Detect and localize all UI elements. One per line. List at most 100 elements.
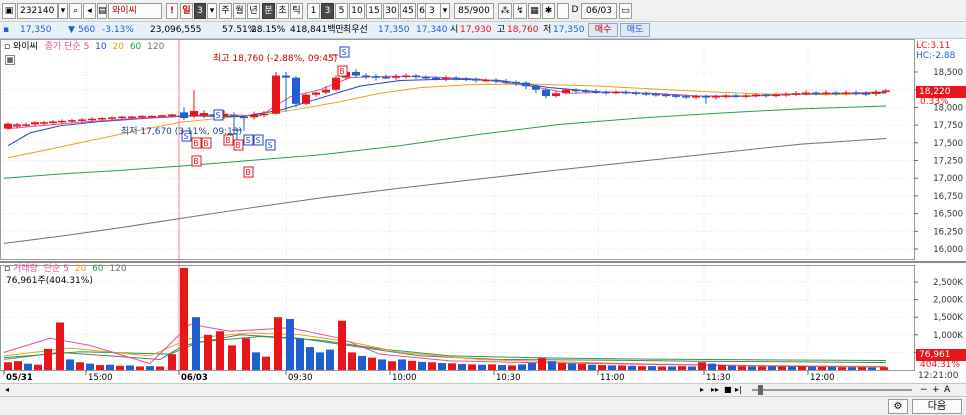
volume-bar <box>56 322 64 370</box>
period-minute-button[interactable]: 분 <box>262 3 275 19</box>
alert-button[interactable]: ! <box>166 3 178 19</box>
interval-30-button[interactable]: 30 <box>383 3 399 19</box>
next-button[interactable]: 다음 <box>912 399 962 414</box>
period-second-button[interactable]: 초 <box>276 3 289 19</box>
best-bid: 17,340 <box>416 25 448 35</box>
period-year-button[interactable]: 년 <box>247 3 260 19</box>
volume-bar <box>498 365 506 370</box>
interval-5-button[interactable]: 5 <box>335 3 348 19</box>
period-dropdown-icon[interactable]: ▾ <box>207 3 217 19</box>
auto-scale-icon[interactable]: A <box>944 384 956 396</box>
candle-body <box>158 115 166 117</box>
period-tick-button[interactable]: 틱 <box>290 3 303 19</box>
candle-body <box>632 92 640 95</box>
volume-bar <box>96 365 104 370</box>
date-field[interactable]: 06/03 <box>581 3 617 19</box>
candle-body <box>382 76 390 79</box>
interval-10-button[interactable]: 10 <box>349 3 365 19</box>
play-icon[interactable]: ▸ <box>700 385 710 395</box>
price-tick-label: 17,250 <box>933 157 963 167</box>
save-icon[interactable]: ▦ <box>528 3 541 19</box>
volume-bar <box>808 366 816 370</box>
interval-dropdown-icon[interactable]: ▾ <box>440 3 450 19</box>
candle-body <box>392 76 400 78</box>
ma5-legend[interactable]: 5 <box>84 42 90 52</box>
candle-body <box>842 92 850 95</box>
period-week-button[interactable]: 주 <box>219 3 232 19</box>
candle-body <box>282 75 290 78</box>
volume-bar <box>658 366 666 370</box>
ma60-legend[interactable]: 60 <box>130 42 141 52</box>
candle-body <box>190 110 198 117</box>
search-icon[interactable]: ⌕ <box>69 3 82 19</box>
zoom-out-icon[interactable]: − <box>920 384 930 396</box>
ma20-legend[interactable]: 20 <box>113 42 124 52</box>
ma5-line <box>7 75 887 130</box>
end-icon[interactable]: ▸| <box>735 385 745 395</box>
candle-body <box>312 92 320 95</box>
volume-bar <box>568 363 576 370</box>
candle-body <box>128 116 136 119</box>
interval-15-button[interactable]: 15 <box>366 3 382 19</box>
tools-icon[interactable]: ↯ <box>513 3 527 19</box>
price-legend: ▫ 와이씨 종가 단순 5 10 20 60 120 <box>4 41 164 53</box>
period-day-button[interactable]: 일 <box>180 3 193 19</box>
candle-body <box>98 118 106 120</box>
quote-info-bar: ▪ 17,350 ▼ 560 -3.13% 23,096,555 57.51% … <box>0 22 966 39</box>
interval-45-button[interactable]: 45 <box>400 3 416 19</box>
candle-body <box>652 93 660 96</box>
candle-body <box>442 77 450 80</box>
fast-forward-icon[interactable]: ▸▸ <box>711 385 723 395</box>
stock-name-field[interactable]: 와이씨 <box>108 3 162 19</box>
zoom-in-icon[interactable]: + <box>932 384 942 396</box>
volume-bar <box>478 364 486 370</box>
scroll-left-icon[interactable]: ◂ <box>2 385 12 395</box>
ma120-legend[interactable]: 120 <box>147 42 164 52</box>
volume-bar <box>880 367 888 370</box>
ma-legend-label[interactable]: 종가 단순 <box>45 42 81 52</box>
sell-button[interactable]: 매도 <box>620 23 650 37</box>
zoom-slider-handle[interactable] <box>758 385 763 395</box>
stop-icon[interactable]: ■ <box>724 385 734 395</box>
volume-bar <box>608 365 616 370</box>
sound-icon[interactable]: ◂ <box>83 3 96 19</box>
current-price: 17,350 <box>20 25 52 35</box>
vol-ma120-legend[interactable]: 120 <box>109 264 126 274</box>
window-icon[interactable]: ▣ <box>2 3 16 19</box>
interval-1-button[interactable]: 1 <box>307 3 320 19</box>
bar-count-field[interactable]: 85/900 <box>454 3 494 19</box>
volume-bar <box>458 364 466 370</box>
ma10-legend[interactable]: 10 <box>95 42 106 52</box>
buy-button[interactable]: 매수 <box>588 23 618 37</box>
volume-bar <box>778 366 786 370</box>
low-price: 17,350 <box>553 25 585 35</box>
time-tick-label: 09:30 <box>288 373 313 383</box>
stock-chart[interactable]: SSSSSSSBBBBBBB 18,50018,25018,00017,7501… <box>0 39 966 383</box>
settings-gear-icon[interactable]: ⚙ <box>888 399 908 414</box>
stock-code-input[interactable]: 232140 <box>17 3 58 19</box>
indicator-icon[interactable]: ⁂ <box>498 3 512 19</box>
period-month-button[interactable]: 월 <box>233 3 246 19</box>
date-checkbox[interactable] <box>557 3 569 19</box>
code-dropdown-icon[interactable]: ▾ <box>58 3 68 19</box>
volume-bar <box>34 364 42 370</box>
price-legend-name[interactable]: 와이씨 <box>13 42 38 52</box>
volume-bar <box>338 320 346 370</box>
vol-ma60-legend[interactable]: 60 <box>92 264 103 274</box>
info-arrow-icon: ▪ <box>3 25 10 35</box>
ma120-line <box>3 138 887 244</box>
calendar-icon[interactable]: ▭ <box>619 3 632 19</box>
interval-3-button[interactable]: 3 <box>321 3 334 19</box>
panel-settings-icon[interactable]: ▦ <box>5 55 15 65</box>
period-value[interactable]: 3 <box>194 3 206 19</box>
zoom-slider-track[interactable] <box>752 389 912 391</box>
volume-bar <box>818 366 826 370</box>
signal-marker-text: S <box>268 141 273 150</box>
hc-label: HC:-2.88 <box>916 51 956 61</box>
stock-search-icon[interactable]: ▤ <box>97 3 107 19</box>
volume-bar <box>748 366 756 370</box>
signal-marker-text: B <box>339 67 344 76</box>
scroll-bar[interactable]: ◂ ▸ ▸▸ ■ ▸| − + A <box>0 383 966 396</box>
best-price-label: 최우선 <box>343 25 368 35</box>
gear-icon[interactable]: ✱ <box>542 3 555 19</box>
